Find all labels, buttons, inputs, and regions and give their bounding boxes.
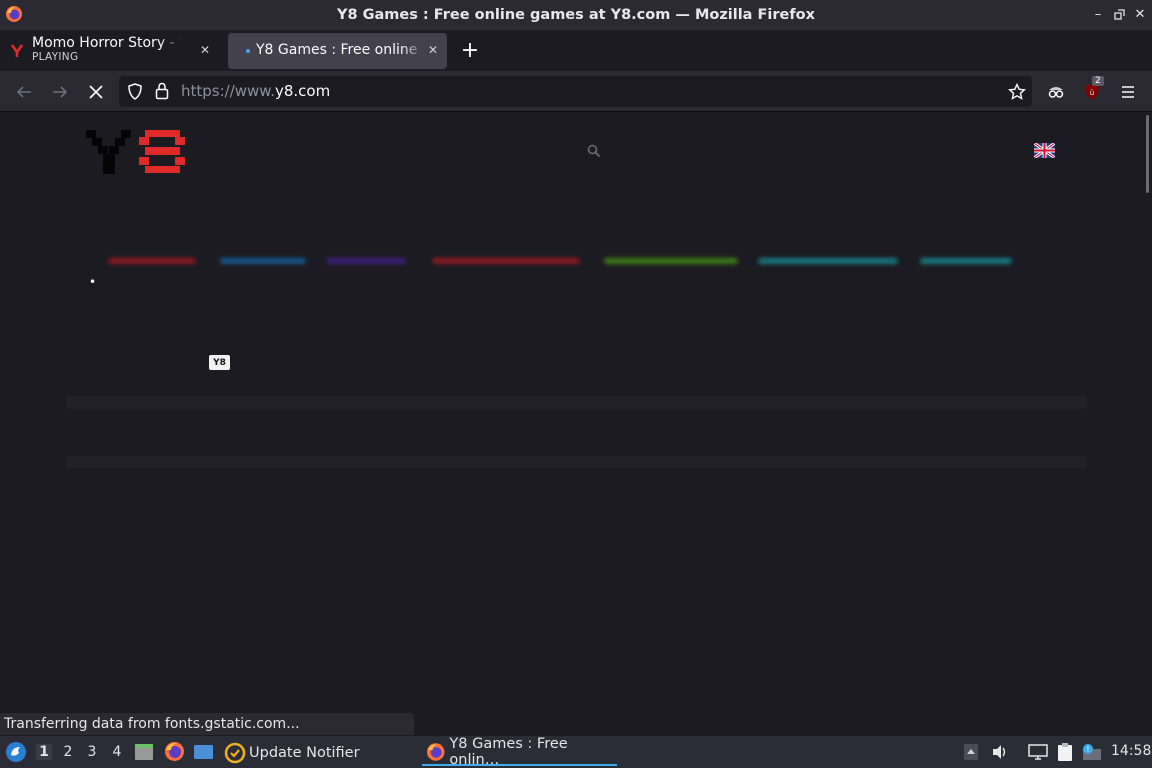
taskbar-item-update-notifier[interactable]: Update Notifier	[224, 740, 360, 766]
scrollbar-thumb[interactable]	[1146, 115, 1149, 193]
category-glow	[920, 258, 1012, 264]
small-logo-text: Y8	[213, 357, 226, 368]
bookmark-star-button[interactable]	[1005, 80, 1029, 104]
forward-button[interactable]	[48, 80, 72, 104]
category-glow	[108, 258, 196, 264]
category-glow	[604, 258, 738, 264]
hamburger-icon	[1122, 86, 1134, 98]
star-icon	[1008, 83, 1026, 100]
restore-button[interactable]	[1111, 6, 1127, 22]
small-y8-logo[interactable]: Y8	[209, 355, 230, 370]
desktop-icon[interactable]	[193, 742, 214, 762]
window-titlebar: Y8 Games : Free online games at Y8.com —…	[0, 0, 1152, 30]
workspace-3[interactable]: 3	[84, 744, 100, 760]
firefox-launcher-icon[interactable]	[164, 741, 185, 762]
uk-flag-icon[interactable]	[1034, 143, 1055, 158]
volume-icon[interactable]	[991, 743, 1009, 761]
tracking-protection-shield-icon[interactable]	[127, 83, 143, 100]
task-label: Update Notifier	[249, 745, 360, 761]
y8-logo[interactable]: Y8	[86, 130, 187, 174]
tab-label: Y8 Games : Free online	[256, 42, 418, 58]
extension-badge: 2	[1092, 76, 1104, 86]
stop-x-icon	[89, 85, 103, 99]
file-manager-icon[interactable]	[134, 742, 154, 762]
restore-icon	[1113, 8, 1125, 20]
firefox-icon	[426, 743, 445, 761]
url-bar[interactable]: https://www.y8.com	[119, 76, 1032, 107]
status-panel: Transferring data from fonts.gstatic.com…	[0, 713, 414, 735]
navigation-toolbar: https://www.y8.com ü 2	[0, 71, 1152, 112]
back-arrow-icon	[16, 86, 31, 98]
back-button[interactable]	[12, 80, 36, 104]
url-text[interactable]: https://www.y8.com	[181, 82, 330, 100]
category-glow	[432, 258, 580, 264]
tray-expand-icon[interactable]	[963, 743, 979, 761]
loading-placeholder-bar	[66, 456, 1087, 468]
category-glow	[220, 258, 306, 264]
loading-placeholder-bar	[66, 396, 1087, 409]
ublock-origin-button[interactable]: ü 2	[1080, 76, 1104, 104]
new-tab-button[interactable]: +	[458, 38, 482, 63]
loading-dot-icon	[246, 49, 250, 53]
start-menu-icon[interactable]	[5, 741, 27, 763]
workspace-2[interactable]: 2	[60, 744, 76, 760]
stop-button[interactable]	[84, 80, 108, 104]
menu-button[interactable]	[1116, 80, 1140, 104]
forward-arrow-icon	[53, 86, 68, 98]
taskbar-item-firefox[interactable]: Y8 Games : Free onlin…	[422, 736, 617, 768]
tab-momo-horror-story[interactable]: Momo Horror Story - Y PLAYING ✕	[2, 33, 219, 69]
clipboard-icon[interactable]	[1055, 742, 1075, 762]
search-icon[interactable]	[587, 144, 601, 158]
notification-icon[interactable]: !	[1081, 742, 1103, 762]
url-prefix: https://www.	[181, 82, 275, 100]
svg-text:ü: ü	[1090, 89, 1094, 97]
tab-y8-games[interactable]: Y8 Games : Free online ✕	[228, 33, 447, 69]
page-scrollbar[interactable]	[1144, 113, 1152, 735]
category-glow	[758, 258, 898, 264]
extension-mask-button[interactable]	[1044, 80, 1068, 104]
close-window-button[interactable]: ✕	[1132, 6, 1148, 22]
window-title: Y8 Games : Free online games at Y8.com —…	[336, 7, 816, 23]
y8-favicon-icon	[10, 44, 24, 57]
tab-close-icon[interactable]: ✕	[425, 42, 441, 58]
tab-close-icon[interactable]: ✕	[197, 42, 213, 58]
category-glow	[326, 258, 406, 264]
minimize-button[interactable]: –	[1090, 6, 1106, 22]
firefox-icon	[6, 6, 22, 22]
tab-strip: Momo Horror Story - Y PLAYING ✕ Y8 Games…	[0, 30, 1152, 71]
workspace-1[interactable]: 1	[36, 744, 52, 760]
tab-playing-label: PLAYING	[32, 51, 79, 63]
lock-icon[interactable]	[155, 82, 169, 100]
workspace-4[interactable]: 4	[109, 744, 125, 760]
network-icon[interactable]	[1028, 743, 1048, 761]
update-notifier-icon	[224, 742, 246, 764]
svg-text:!: !	[1086, 745, 1089, 754]
tab-label: Momo Horror Story - Y	[32, 35, 182, 51]
page-content: Y8 • Y8	[0, 113, 1144, 713]
task-label: Y8 Games : Free onlin…	[449, 736, 568, 768]
list-bullet: •	[89, 275, 97, 289]
clock[interactable]: 14:58	[1111, 743, 1151, 759]
spy-mask-icon	[1048, 87, 1064, 98]
url-domain: y8.com	[274, 82, 331, 100]
